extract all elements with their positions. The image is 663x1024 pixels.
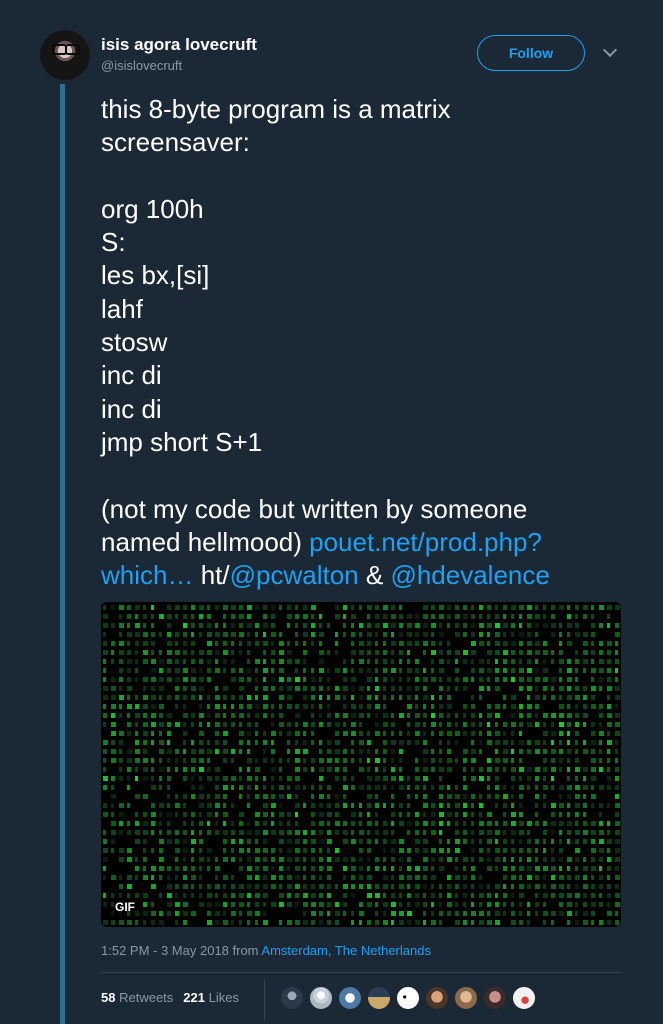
tweet-line: this 8-byte program is a matrix <box>101 94 451 124</box>
liker-avatar[interactable] <box>338 986 362 1010</box>
tweet-line: org 100h <box>101 193 204 224</box>
tweet-text: this 8-byte program is a matrix screensa… <box>101 93 621 592</box>
likes-label: Likes <box>208 990 239 1005</box>
tweet-meta: 1:52 PM - 3 May 2018 from Amsterdam, The… <box>101 943 431 958</box>
location-link[interactable]: Amsterdam, The Netherlands <box>261 943 431 958</box>
hat-tip-text: ht/ <box>193 560 230 591</box>
tweet-line: inc di <box>101 360 162 391</box>
tweet-line: jmp short S+1 <box>101 426 263 457</box>
retweets-count: 58 <box>101 990 116 1005</box>
tweet-line: which… ht/@pcwalton & @hdevalence <box>101 559 621 592</box>
tweet-line: stosw <box>101 327 168 358</box>
liker-avatar[interactable] <box>483 986 507 1010</box>
liker-avatar[interactable] <box>454 986 478 1010</box>
liker-avatar[interactable] <box>367 986 391 1010</box>
pouet-link[interactable]: pouet.net/prod.php? <box>309 527 542 557</box>
retweets-label: Retweets <box>119 990 174 1005</box>
tweet-line: screensaver: <box>101 127 250 158</box>
liker-avatar[interactable] <box>512 986 536 1010</box>
liker-avatar[interactable] <box>396 986 420 1010</box>
author-name[interactable]: isis agora lovecruft <box>101 35 257 55</box>
chevron-down-icon[interactable] <box>602 42 618 58</box>
tweet-line: inc di <box>101 393 162 424</box>
author-avatar[interactable] <box>40 30 90 80</box>
gif-badge: GIF <box>110 898 140 916</box>
gif-media[interactable]: GIF <box>101 602 621 927</box>
stats-divider <box>264 980 265 1020</box>
tweet-line: S: <box>101 227 126 258</box>
tweet-stats: 58 Retweets 221 Likes <box>101 990 239 1005</box>
tweet-line: lahf <box>101 293 143 324</box>
likes-stat[interactable]: 221 Likes <box>183 990 239 1005</box>
ampersand-text: & <box>358 560 391 591</box>
timestamp[interactable]: 1:52 PM - 3 May 2018 from <box>101 943 261 958</box>
divider <box>101 972 621 973</box>
tweet-text-fragment: named hellmood) <box>101 526 310 557</box>
pouet-link-continued[interactable]: which… <box>101 560 193 590</box>
matrix-animation-image <box>103 605 620 925</box>
retweets-stat[interactable]: 58 Retweets <box>101 990 173 1005</box>
avatar-glasses-right <box>65 44 80 55</box>
likes-count: 221 <box>183 990 205 1005</box>
author-handle[interactable]: @isislovecruft <box>101 58 182 73</box>
liker-avatar[interactable] <box>309 986 333 1010</box>
tweet-line: les bx,[si] <box>101 260 210 291</box>
liker-avatar[interactable] <box>425 986 449 1010</box>
mention-pcwalton[interactable]: @pcwalton <box>230 560 359 590</box>
liker-avatar[interactable] <box>280 986 304 1010</box>
tweet-line: named hellmood) pouet.net/prod.php? <box>101 526 621 559</box>
thread-line <box>60 84 65 1024</box>
follow-button[interactable]: Follow <box>477 35 585 71</box>
mention-hdevalence[interactable]: @hdevalence <box>390 560 549 590</box>
tweet-line: (not my code but written by someone <box>101 493 528 524</box>
